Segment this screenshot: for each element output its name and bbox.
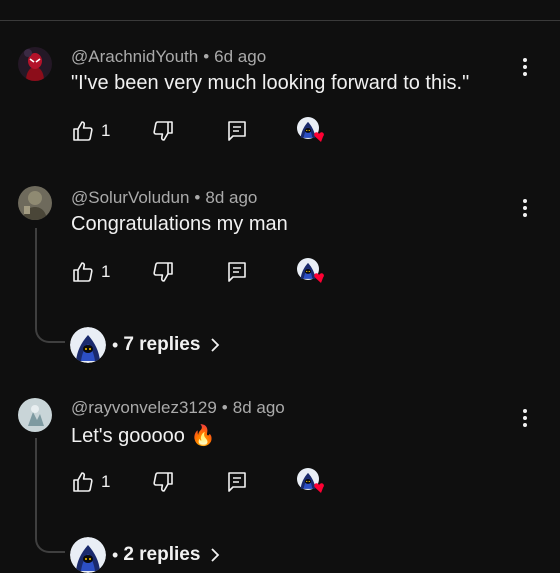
- comment-time[interactable]: 8d ago: [205, 188, 257, 207]
- light-photo-avatar[interactable]: [18, 398, 52, 432]
- dislike-button[interactable]: [151, 117, 175, 145]
- more-vertical-icon[interactable]: [514, 196, 536, 220]
- replies-separator: •: [112, 334, 119, 355]
- comment-actions: 1: [71, 258, 371, 288]
- comment-item: @SolurVoludun • 8d ago Congratulations my …: [0, 186, 560, 363]
- like-count: 1: [101, 121, 111, 140]
- comment-meta: @SolurVoludun • 8d ago: [71, 188, 257, 208]
- reply-button[interactable]: [225, 117, 249, 145]
- thread-connector: [35, 438, 65, 553]
- like-button[interactable]: 1: [71, 468, 110, 496]
- replies-label: 2 replies: [123, 544, 201, 565]
- thumbs-up-icon: [71, 260, 95, 284]
- creator-heart-icon: [297, 468, 327, 496]
- thumbs-up-icon: [71, 470, 95, 494]
- author-name[interactable]: @ArachnidYouth: [71, 47, 198, 66]
- thumbs-down-icon: [151, 470, 175, 494]
- thumbs-down-icon: [151, 119, 175, 143]
- reply-button[interactable]: [225, 258, 249, 286]
- reply-icon: [225, 119, 249, 143]
- reply-button[interactable]: [225, 468, 249, 496]
- chevron-right-icon: [211, 548, 220, 562]
- top-divider: [0, 20, 560, 21]
- meta-separator: •: [203, 47, 210, 66]
- reply-icon: [225, 470, 249, 494]
- creator-heart-icon: [297, 117, 327, 145]
- like-count: 1: [101, 262, 111, 281]
- photo-avatar[interactable]: [18, 186, 52, 220]
- creator-avatar: [70, 537, 106, 573]
- dislike-button[interactable]: [151, 468, 175, 496]
- comment-text: Let's gooooo 🔥: [71, 425, 216, 447]
- more-vertical-icon[interactable]: [514, 55, 536, 79]
- like-count: 1: [101, 472, 111, 491]
- creator-heart-icon: [297, 258, 327, 286]
- meta-separator: •: [194, 188, 201, 207]
- comment-meta: @rayvonvelez3129 • 8d ago: [71, 398, 285, 418]
- replies-separator: •: [112, 544, 119, 565]
- spiderman-avatar[interactable]: [18, 47, 52, 81]
- comment-actions: 1: [71, 468, 371, 498]
- comment-meta: @ArachnidYouth • 6d ago: [71, 47, 266, 67]
- comment-text: "I've been very much looking forward to …: [71, 72, 470, 94]
- like-button[interactable]: 1: [71, 258, 110, 286]
- comment-text: Congratulations my man: [71, 213, 288, 235]
- comment-item: @rayvonvelez3129 • 8d ago Let's gooooo 🔥 1…: [0, 398, 560, 560]
- author-name[interactable]: @SolurVoludun: [71, 188, 189, 207]
- comment-time[interactable]: 8d ago: [233, 398, 285, 417]
- more-vertical-icon[interactable]: [514, 406, 536, 430]
- thumbs-up-icon: [71, 119, 95, 143]
- thread-connector: [35, 228, 65, 343]
- like-button[interactable]: 1: [71, 117, 110, 145]
- thumbs-down-icon: [151, 260, 175, 284]
- chevron-right-icon: [211, 338, 220, 352]
- view-replies-button[interactable]: • 7 replies: [70, 327, 222, 363]
- meta-separator: •: [221, 398, 228, 417]
- author-name[interactable]: @rayvonvelez3129: [71, 398, 217, 417]
- replies-label: 7 replies: [123, 334, 201, 355]
- comment-time[interactable]: 6d ago: [214, 47, 266, 66]
- dislike-button[interactable]: [151, 258, 175, 286]
- reply-icon: [225, 260, 249, 284]
- creator-avatar: [70, 327, 106, 363]
- comment-item: @ArachnidYouth • 6d ago "I've been very mu…: [0, 47, 560, 157]
- comment-actions: 1: [71, 117, 371, 147]
- view-replies-button[interactable]: • 2 replies: [70, 537, 222, 573]
